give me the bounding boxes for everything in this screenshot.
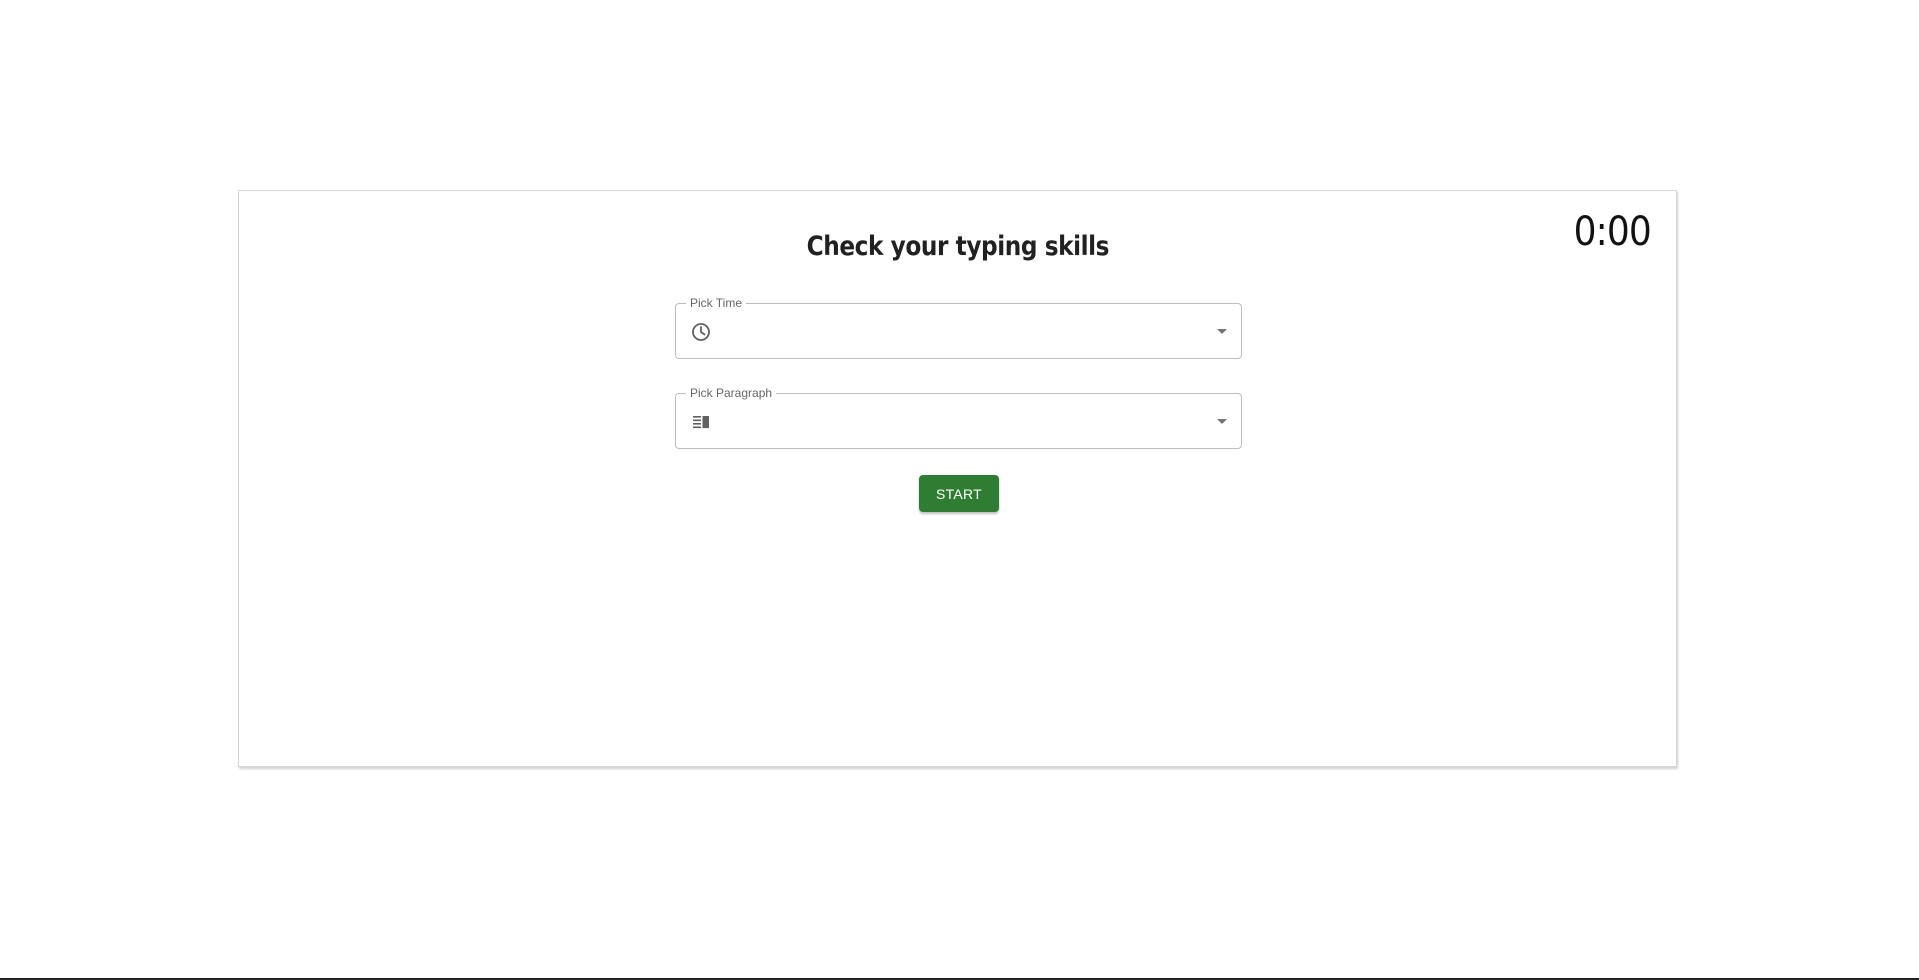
pick-time-select[interactable]: Pick Time (675, 296, 1242, 359)
chevron-down-icon[interactable] (1217, 329, 1227, 334)
page: 0:00 Check your typing skills Pick Time … (0, 0, 1919, 980)
pick-time-label: Pick Time (686, 296, 747, 310)
paragraph-icon (690, 411, 712, 433)
typing-test-card: 0:00 Check your typing skills Pick Time … (238, 190, 1677, 767)
pick-paragraph-select[interactable]: Pick Paragraph (675, 386, 1242, 449)
page-title-text: Check your typing skills (806, 231, 1109, 262)
clock-icon (690, 321, 712, 343)
pick-paragraph-label: Pick Paragraph (686, 386, 777, 400)
chevron-down-icon[interactable] (1217, 419, 1227, 424)
start-button[interactable]: START (919, 475, 999, 512)
page-title: Check your typing skills (239, 231, 1676, 262)
